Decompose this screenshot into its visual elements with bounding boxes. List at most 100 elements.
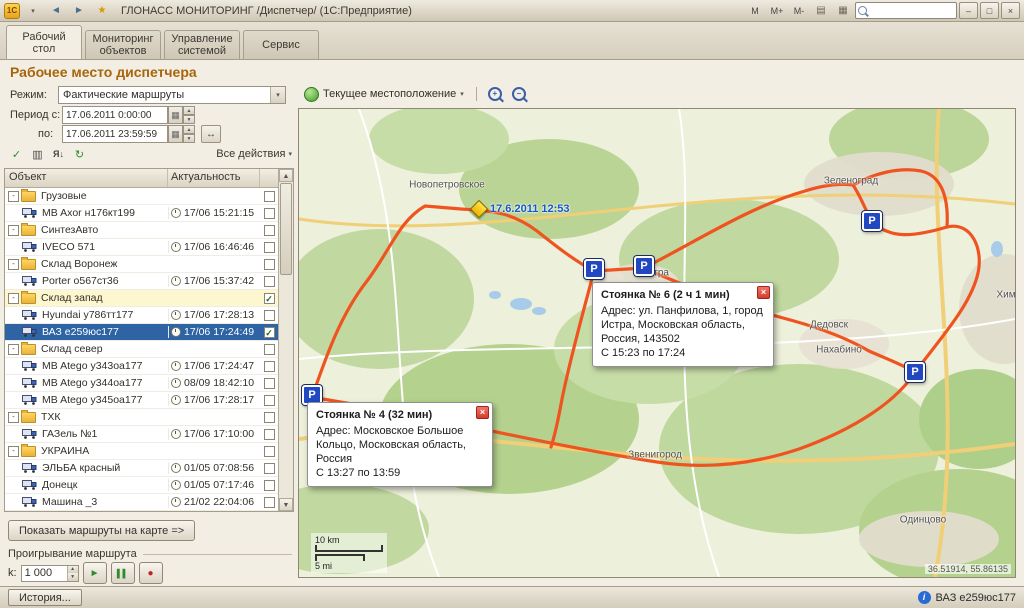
table-row[interactable]: ВАЗ е259юс17717/06 17:24:49✓: [5, 324, 278, 341]
table-row[interactable]: -Грузовые: [5, 188, 278, 205]
sort-icon[interactable]: Я↓: [50, 146, 67, 162]
current-location-button[interactable]: Текущее местоположение ▾: [300, 86, 468, 103]
spin-up-icon[interactable]: ▲: [183, 106, 195, 115]
row-checkbox[interactable]: [260, 191, 278, 202]
table-row[interactable]: IVECO 57117/06 16:46:46: [5, 239, 278, 256]
tree-expander-icon[interactable]: -: [8, 446, 19, 457]
parking-marker[interactable]: P: [862, 211, 882, 231]
pause-button[interactable]: ▌▌: [111, 562, 135, 584]
table-row[interactable]: Машина _321/02 22:04:06: [5, 494, 278, 511]
spin-down-icon[interactable]: ▼: [67, 573, 78, 581]
tree-expander-icon[interactable]: -: [8, 191, 19, 202]
tab-system-management[interactable]: Управление системой: [164, 30, 240, 59]
spin-down-icon[interactable]: ▼: [183, 115, 195, 124]
tree-expander-icon[interactable]: -: [8, 259, 19, 270]
tab-desktop[interactable]: Рабочий стол: [6, 25, 82, 59]
period-from-input[interactable]: 17.06.2011 0:00:00: [62, 106, 168, 124]
tab-object-monitoring[interactable]: Мониторинг объектов: [85, 30, 161, 59]
map-view[interactable]: НовопетровскоеЗеленоградИстраДедовскНаха…: [298, 108, 1016, 578]
row-checkbox[interactable]: [260, 480, 278, 491]
table-row[interactable]: MB Atego у344оа17708/09 18:42:10: [5, 375, 278, 392]
row-checkbox[interactable]: [260, 259, 278, 270]
spin-up-icon[interactable]: ▲: [183, 125, 195, 134]
tree-expander-icon[interactable]: -: [8, 344, 19, 355]
app-icon[interactable]: 1С: [4, 3, 20, 19]
zoom-out-button[interactable]: −: [509, 85, 529, 103]
forward-button[interactable]: ►: [69, 3, 89, 19]
zoom-in-button[interactable]: +: [485, 85, 505, 103]
parking-marker[interactable]: P: [634, 256, 654, 276]
stop-button[interactable]: ●: [139, 562, 163, 584]
period-from-spinner[interactable]: ▲ ▼: [183, 106, 195, 124]
calendar-picker-icon[interactable]: ▦: [168, 106, 183, 124]
popup-close-icon[interactable]: ×: [757, 286, 770, 299]
info-icon[interactable]: i: [918, 591, 931, 604]
tree-expander-icon[interactable]: -: [8, 293, 19, 304]
table-row[interactable]: Донецк01/05 07:17:46: [5, 477, 278, 494]
back-button[interactable]: ◄: [46, 3, 66, 19]
calendar-icon[interactable]: ▦: [833, 3, 853, 19]
tree-expander-icon[interactable]: -: [8, 225, 19, 236]
show-routes-button[interactable]: Показать маршруты на карте =>: [8, 520, 195, 541]
row-checkbox[interactable]: [260, 276, 278, 287]
scroll-down-icon[interactable]: ▼: [279, 498, 293, 511]
memory-m-plus-button[interactable]: M+: [767, 3, 787, 18]
favorites-star-button[interactable]: ★: [92, 3, 112, 19]
row-checkbox[interactable]: [260, 361, 278, 372]
all-actions-button[interactable]: Все действия ▾: [200, 148, 292, 160]
table-row[interactable]: ЭЛЬБА красный01/05 07:08:56: [5, 460, 278, 477]
row-checkbox[interactable]: [260, 378, 278, 389]
memory-m-button[interactable]: M: [745, 3, 765, 18]
close-button[interactable]: ×: [1001, 2, 1020, 19]
minimize-button[interactable]: –: [959, 2, 978, 19]
table-row[interactable]: MB Atego у345оа17717/06 17:28:17: [5, 392, 278, 409]
table-row[interactable]: -УКРАИНА: [5, 443, 278, 460]
mark-check-icon[interactable]: ✓: [8, 146, 25, 162]
mode-combobox[interactable]: Фактические маршруты ▾: [58, 86, 286, 104]
row-checkbox[interactable]: [260, 412, 278, 423]
history-button[interactable]: История...: [8, 589, 82, 606]
k-speed-stepper[interactable]: 1 000 ▲ ▼: [21, 565, 79, 582]
row-checkbox[interactable]: [260, 497, 278, 508]
table-row[interactable]: -ТХК: [5, 409, 278, 426]
column-header-object[interactable]: Объект: [5, 169, 168, 187]
table-row[interactable]: MB Axor н176кт19917/06 15:21:15: [5, 205, 278, 222]
scroll-up-icon[interactable]: ▲: [279, 169, 293, 182]
table-row[interactable]: -Склад запад✓: [5, 290, 278, 307]
parking-marker[interactable]: P: [584, 259, 604, 279]
period-to-spinner[interactable]: ▲ ▼: [183, 125, 195, 143]
row-checkbox[interactable]: [260, 395, 278, 406]
memory-m-minus-button[interactable]: M-: [789, 3, 809, 18]
row-checkbox[interactable]: [260, 463, 278, 474]
spin-down-icon[interactable]: ▼: [183, 134, 195, 143]
scrollbar-thumb[interactable]: [280, 183, 292, 275]
table-row[interactable]: -СинтезАвто: [5, 222, 278, 239]
tree-expander-icon[interactable]: -: [8, 412, 19, 423]
app-menu-arrow-icon[interactable]: ▾: [23, 3, 43, 19]
maximize-button[interactable]: □: [980, 2, 999, 19]
popup-close-icon[interactable]: ×: [476, 406, 489, 419]
table-scrollbar[interactable]: ▲ ▼: [278, 169, 293, 511]
row-checkbox[interactable]: [260, 429, 278, 440]
copy-icon[interactable]: ▥: [29, 146, 46, 162]
calendar-picker-icon[interactable]: ▦: [168, 125, 183, 143]
row-checkbox[interactable]: [260, 344, 278, 355]
row-checkbox[interactable]: ✓: [260, 293, 278, 304]
table-row[interactable]: MB Atego у343оа17717/06 17:24:47: [5, 358, 278, 375]
row-checkbox[interactable]: [260, 208, 278, 219]
parking-marker[interactable]: P: [905, 362, 925, 382]
refresh-icon[interactable]: ↻: [71, 146, 88, 162]
row-checkbox[interactable]: [260, 310, 278, 321]
play-button[interactable]: ►: [83, 562, 107, 584]
row-checkbox[interactable]: [260, 225, 278, 236]
table-row[interactable]: -Склад Воронеж: [5, 256, 278, 273]
row-checkbox[interactable]: [260, 446, 278, 457]
table-row[interactable]: ГАЗель №117/06 17:10:00: [5, 426, 278, 443]
spin-up-icon[interactable]: ▲: [67, 566, 78, 574]
calculator-icon[interactable]: ▤: [811, 3, 831, 19]
search-input[interactable]: [869, 4, 951, 17]
row-checkbox[interactable]: [260, 242, 278, 253]
period-range-button[interactable]: ↔: [201, 125, 221, 143]
table-row[interactable]: Hyundai у786тт17717/06 17:28:13: [5, 307, 278, 324]
column-header-actuality[interactable]: Актуальность: [168, 169, 260, 187]
